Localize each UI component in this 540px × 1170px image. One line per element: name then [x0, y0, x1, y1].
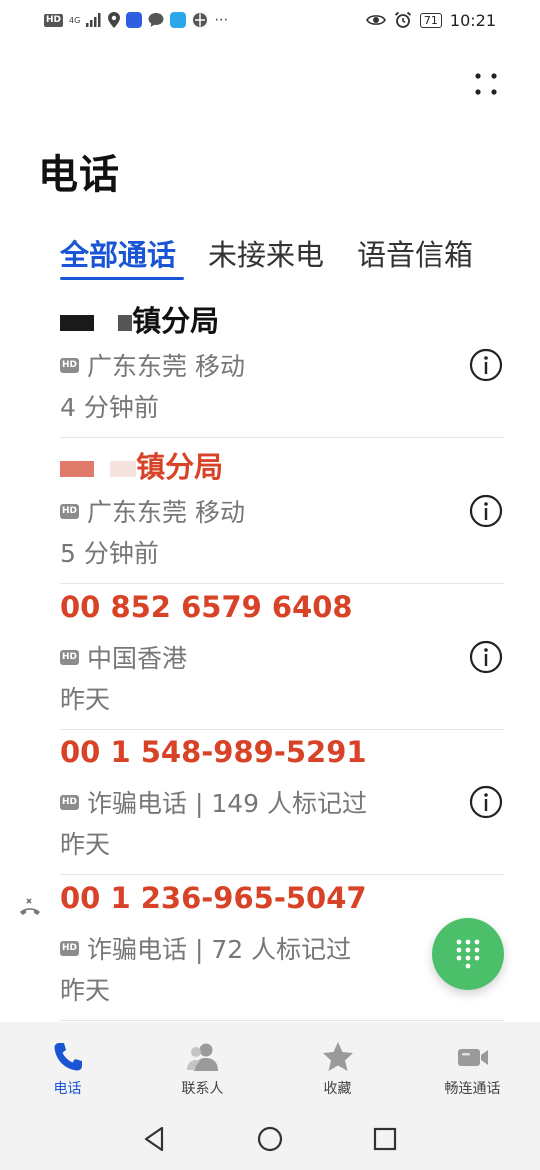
- nav-meetime[interactable]: 畅连通话: [405, 1022, 540, 1110]
- tab-voicemail[interactable]: 语音信箱: [357, 232, 473, 274]
- call-log-row[interactable]: 镇分局 HD 广东东莞 移动 5 分钟前: [60, 438, 504, 584]
- call-time: 4 分钟前: [60, 393, 159, 422]
- redacted-name: [118, 315, 133, 331]
- recents-icon[interactable]: [370, 1124, 400, 1154]
- alarm-icon: [394, 11, 411, 28]
- more-options-button[interactable]: [470, 68, 502, 100]
- call-info-button[interactable]: [468, 784, 504, 820]
- call-time: 昨天: [60, 830, 111, 859]
- call-name: 00 1 236-965-5047: [60, 881, 367, 915]
- redacted-name: [60, 315, 94, 331]
- call-log-row[interactable]: 00 1 548-989-5291 HD 诈骗电话 | 149 人标记过 昨天: [60, 729, 504, 875]
- more-dots-icon: [475, 73, 497, 95]
- signal-icon: [86, 13, 101, 27]
- more-notifications-icon: ⋯: [214, 11, 229, 28]
- active-tab-indicator: [60, 277, 184, 280]
- dialpad-icon: [456, 939, 480, 969]
- call-time: 5 分钟前: [60, 539, 159, 568]
- video-call-icon: [457, 1049, 488, 1066]
- call-location-text: 中国香港: [87, 644, 188, 673]
- phone-icon: [54, 1043, 82, 1071]
- call-time: 昨天: [60, 685, 111, 714]
- battery-icon: 71: [419, 12, 442, 28]
- call-time: 昨天: [60, 976, 111, 1005]
- call-location: HD 诈骗电话 | 149 人标记过: [60, 784, 367, 820]
- row-divider: [60, 1020, 504, 1021]
- info-icon: [469, 640, 503, 674]
- nav-label: 收藏: [323, 1081, 352, 1097]
- page-title: 电话: [38, 152, 120, 198]
- hd-icon: HD: [60, 649, 80, 665]
- nav-label: 联系人: [181, 1081, 224, 1097]
- tab-all-calls[interactable]: 全部通话: [60, 232, 176, 274]
- call-info-button[interactable]: [468, 493, 504, 529]
- call-name-text: 镇分局: [136, 450, 224, 484]
- chat-icon: [148, 13, 164, 27]
- call-info-button[interactable]: [468, 347, 504, 383]
- rejected-call-icon: [18, 896, 42, 920]
- hd-indicator: HD: [44, 13, 64, 27]
- call-name: 00 1 548-989-5291: [60, 735, 367, 769]
- nav-label: 畅连通话: [444, 1081, 501, 1097]
- hd-icon: HD: [60, 940, 80, 956]
- call-location: HD 广东东莞 移动: [60, 347, 245, 383]
- app-notification-icon: [126, 12, 143, 28]
- status-left: HD 4G ⋯: [44, 10, 228, 30]
- call-name: 镇分局: [60, 444, 223, 486]
- status-right: 71 10:21: [365, 10, 496, 30]
- star-icon: [322, 1042, 353, 1071]
- redacted-name: [60, 461, 94, 477]
- hd-icon: HD: [60, 503, 80, 519]
- info-icon: [469, 494, 503, 528]
- call-location-text: 广东东莞 移动: [87, 498, 245, 527]
- hd-icon: HD: [60, 357, 80, 373]
- call-name-text: 镇分局: [132, 304, 220, 338]
- hd-icon: HD: [60, 794, 80, 810]
- call-name: 镇分局: [60, 298, 219, 340]
- nav-contacts[interactable]: 联系人: [135, 1022, 270, 1110]
- contacts-icon: [186, 1043, 218, 1071]
- nav-favorites[interactable]: 收藏: [270, 1022, 405, 1110]
- status-bar: HD 4G ⋯ 71 10:21: [0, 0, 540, 40]
- dialpad-button[interactable]: [432, 918, 504, 990]
- eye-icon: [365, 15, 386, 25]
- bottom-nav: 电话 联系人 收藏 畅连通话: [0, 1022, 540, 1110]
- call-location: HD 广东东莞 移动: [60, 493, 245, 529]
- call-location: HD 诈骗电话 | 72 人标记过: [60, 930, 351, 966]
- clock: 10:21: [449, 10, 496, 30]
- call-location-text: 广东东莞 移动: [87, 352, 245, 381]
- info-icon: [469, 785, 503, 819]
- info-icon: [469, 348, 503, 382]
- search-app-icon: [170, 12, 187, 28]
- call-log-row[interactable]: 00 852 6579 6408 HD 中国香港 昨天: [60, 584, 504, 730]
- system-navigation-bar: [0, 1110, 540, 1170]
- call-location-text: 诈骗电话 | 149 人标记过: [87, 789, 367, 818]
- redacted-name: [110, 461, 137, 477]
- nav-label: 电话: [53, 1081, 82, 1097]
- call-info-button[interactable]: [468, 639, 504, 675]
- browser-icon: [193, 13, 208, 27]
- call-log-row[interactable]: 镇分局 HD 广东东莞 移动 4 分钟前: [60, 292, 504, 438]
- network-type: 4G: [69, 15, 81, 25]
- nav-phone[interactable]: 电话: [0, 1022, 135, 1110]
- location-icon: [108, 12, 121, 28]
- call-name: 00 852 6579 6408: [60, 590, 353, 624]
- home-icon[interactable]: [255, 1124, 285, 1154]
- back-icon[interactable]: [140, 1124, 170, 1154]
- call-location: HD 中国香港: [60, 639, 187, 675]
- call-location-text: 诈骗电话 | 72 人标记过: [87, 935, 352, 964]
- tab-missed-calls[interactable]: 未接来电: [208, 232, 324, 274]
